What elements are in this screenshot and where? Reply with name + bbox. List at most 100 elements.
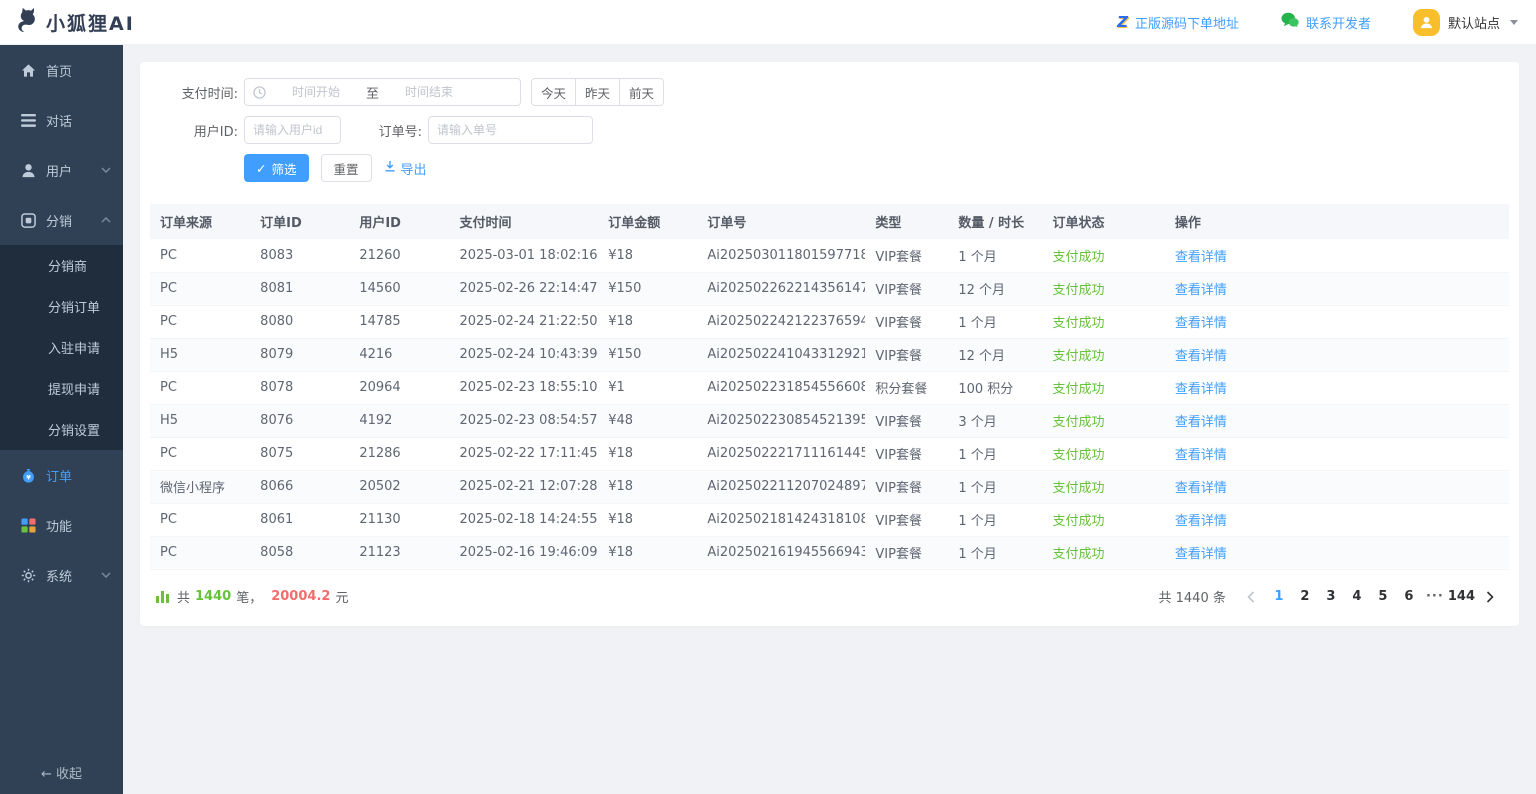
sidebar-item-distribution-orders[interactable]: 分销订单 [0, 286, 123, 327]
cell-status: 支付成功 [1042, 470, 1164, 503]
sidebar-item-users[interactable]: 用户 [0, 145, 123, 195]
next-page-button[interactable] [1477, 584, 1503, 610]
sidebar-item-distributors[interactable]: 分销商 [0, 245, 123, 286]
status-badge: 支付成功 [1052, 415, 1104, 430]
cell-order_no: Ai202502221711161445 [697, 437, 865, 470]
view-details-link[interactable]: 查看详情 [1175, 547, 1227, 562]
cell-action: 查看详情 [1165, 338, 1509, 371]
cell-source: PC [150, 272, 250, 305]
cell-source: 微信小程序 [150, 470, 250, 503]
view-details-link[interactable]: 查看详情 [1175, 514, 1227, 529]
sidebar-item-entry-applications[interactable]: 入驻申请 [0, 327, 123, 368]
table-row: PC8078209642025-02-23 18:55:10¥1Ai202502… [150, 371, 1509, 404]
view-details-link[interactable]: 查看详情 [1175, 283, 1227, 298]
fox-logo-icon [10, 5, 40, 39]
cell-user_id: 21130 [349, 503, 449, 536]
page-button-2[interactable]: 2 [1292, 584, 1318, 610]
cell-action: 查看详情 [1165, 404, 1509, 437]
top-bar-right: Z 正版源码下单地址 联系开发者 默认站点 [1117, 9, 1518, 36]
distribution-submenu: 分销商 分销订单 入驻申请 提现申请 分销设置 [0, 245, 123, 450]
app-logo: 小狐狸AI [10, 5, 135, 39]
sidebar-item-home[interactable]: 首页 [0, 45, 123, 95]
cell-type: VIP套餐 [865, 239, 948, 272]
page-button-144[interactable]: 144 [1448, 584, 1475, 610]
day-before-button[interactable]: 前天 [619, 78, 664, 106]
today-button[interactable]: 今天 [531, 78, 576, 106]
view-details-link[interactable]: 查看详情 [1175, 481, 1227, 496]
page-button-5[interactable]: 5 [1370, 584, 1396, 610]
cell-user_id: 21260 [349, 239, 449, 272]
cell-source: H5 [150, 404, 250, 437]
cell-pay_time: 2025-03-01 18:02:16 [450, 239, 599, 272]
cell-status: 支付成功 [1042, 239, 1164, 272]
cell-quantity: 1 个月 [948, 536, 1042, 569]
page-button-1[interactable]: 1 [1266, 584, 1292, 610]
table-row: 微信小程序8066205022025-02-21 12:07:28¥18Ai20… [150, 470, 1509, 503]
page-button-3[interactable]: 3 [1318, 584, 1344, 610]
genuine-source-link[interactable]: Z 正版源码下单地址 [1117, 13, 1239, 32]
time-separator: 至 [362, 83, 383, 102]
table-row: PC8081145602025-02-26 22:14:47¥150Ai2025… [150, 272, 1509, 305]
view-details-link[interactable]: 查看详情 [1175, 382, 1227, 397]
cell-pay_time: 2025-02-26 22:14:47 [450, 272, 599, 305]
view-details-link[interactable]: 查看详情 [1175, 448, 1227, 463]
sidebar-item-system[interactable]: 系统 [0, 550, 123, 600]
column-header: 订单来源 [150, 204, 250, 239]
cell-source: PC [150, 437, 250, 470]
filter-bar: 支付时间: 至 今天 昨天 前天 用户ID: [150, 76, 1509, 196]
status-badge: 支付成功 [1052, 349, 1104, 364]
table-row: PC8075212862025-02-22 17:11:45¥18Ai20250… [150, 437, 1509, 470]
prev-page-button[interactable] [1238, 584, 1264, 610]
column-header: 操作 [1165, 204, 1509, 239]
table-row: H5807641922025-02-23 08:54:57¥48Ai202502… [150, 404, 1509, 437]
order-no-input[interactable] [428, 116, 593, 144]
cell-order_no: Ai202502181424318108 [697, 503, 865, 536]
site-switcher[interactable]: 默认站点 [1413, 9, 1518, 36]
table-row: PC8058211232025-02-16 19:46:09¥18Ai20250… [150, 536, 1509, 569]
export-button[interactable]: 导出 [384, 159, 427, 178]
column-header: 订单号 [697, 204, 865, 239]
sidebar-item-distribution-settings[interactable]: 分销设置 [0, 409, 123, 450]
time-end-input[interactable] [383, 85, 475, 99]
money-bag-icon: ¥ [20, 467, 36, 483]
chevron-down-icon [101, 167, 111, 173]
time-start-input[interactable] [270, 85, 362, 99]
sidebar-item-distribution[interactable]: 分销 [0, 195, 123, 245]
view-details-link[interactable]: 查看详情 [1175, 316, 1227, 331]
cell-action: 查看详情 [1165, 536, 1509, 569]
filter-button[interactable]: ✓ 筛选 [244, 154, 309, 182]
cell-status: 支付成功 [1042, 437, 1164, 470]
cell-order_id: 8078 [250, 371, 349, 404]
user-id-input[interactable] [244, 116, 341, 144]
time-range-picker[interactable]: 至 [244, 78, 521, 106]
contact-developer-link[interactable]: 联系开发者 [1281, 12, 1371, 32]
yesterday-button[interactable]: 昨天 [575, 78, 620, 106]
status-badge: 支付成功 [1052, 316, 1104, 331]
sidebar-item-features[interactable]: 功能 [0, 500, 123, 550]
sidebar-collapse-button[interactable]: ← 收起 [0, 763, 123, 782]
sidebar-item-withdrawal-applications[interactable]: 提现申请 [0, 368, 123, 409]
page-button-6[interactable]: 6 [1396, 584, 1422, 610]
order-no-label: 订单号: [374, 121, 422, 140]
cell-order_no: Ai202502262214356147 [697, 272, 865, 305]
reset-button[interactable]: 重置 [321, 154, 372, 182]
cell-order_id: 8075 [250, 437, 349, 470]
table-body: PC8083212602025-03-01 18:02:16¥18Ai20250… [150, 239, 1509, 569]
sidebar-item-orders[interactable]: ¥ 订单 [0, 450, 123, 500]
cell-quantity: 1 个月 [948, 503, 1042, 536]
cell-order_no: Ai202503011801597718 [697, 239, 865, 272]
cell-pay_time: 2025-02-16 19:46:09 [450, 536, 599, 569]
cell-pay_time: 2025-02-24 21:22:50 [450, 305, 599, 338]
view-details-link[interactable]: 查看详情 [1175, 349, 1227, 364]
cell-status: 支付成功 [1042, 272, 1164, 305]
table-header: 订单来源订单ID用户ID支付时间订单金额订单号类型数量 / 时长订单状态操作 [150, 204, 1509, 239]
cell-amount: ¥18 [598, 470, 697, 503]
view-details-link[interactable]: 查看详情 [1175, 250, 1227, 265]
view-details-link[interactable]: 查看详情 [1175, 415, 1227, 430]
page-button-4[interactable]: 4 [1344, 584, 1370, 610]
sidebar-item-chat[interactable]: 对话 [0, 95, 123, 145]
status-badge: 支付成功 [1052, 514, 1104, 529]
pagination-ellipsis[interactable]: ··· [1422, 584, 1448, 610]
user-id-label: 用户ID: [158, 121, 238, 140]
cell-quantity: 1 个月 [948, 437, 1042, 470]
